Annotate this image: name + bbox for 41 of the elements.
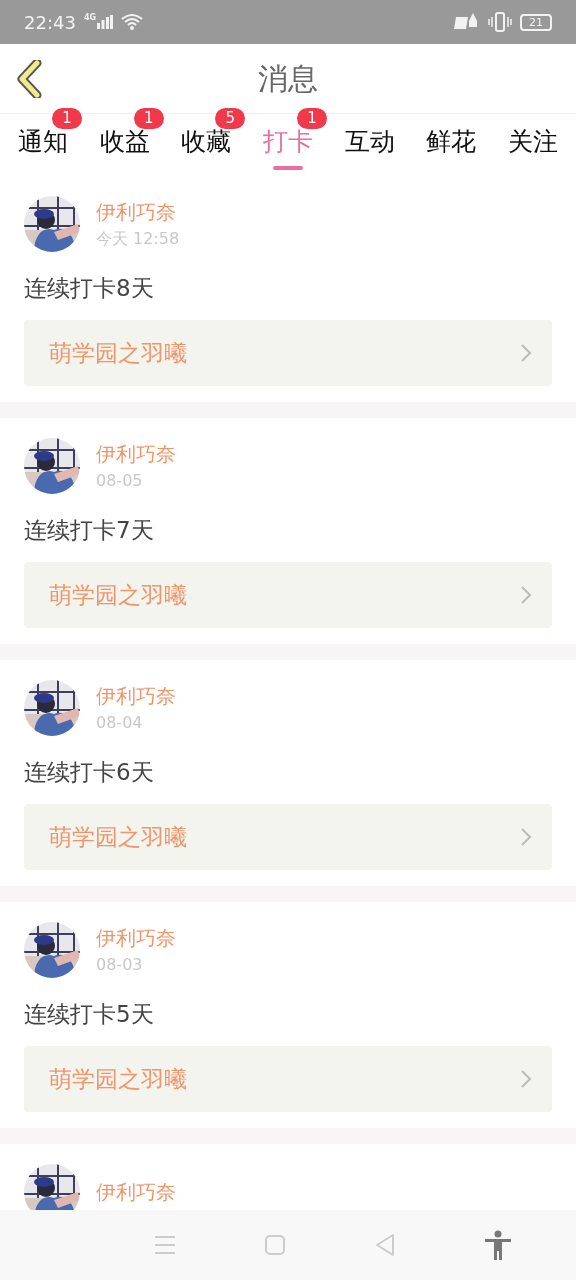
count-badge: 1 bbox=[296, 108, 327, 129]
link-title: 萌学园之羽曦 bbox=[49, 580, 187, 610]
chevron-icon bbox=[520, 827, 532, 847]
tab[interactable]: 关注 bbox=[507, 124, 558, 160]
link-title: 萌学园之羽曦 bbox=[49, 822, 187, 852]
back-icon[interactable] bbox=[17, 59, 43, 98]
signal-icon bbox=[97, 15, 113, 29]
link-card[interactable]: 萌学园之羽曦 bbox=[24, 804, 552, 870]
menu-icon[interactable] bbox=[155, 1236, 175, 1254]
tab-indicator bbox=[272, 166, 303, 170]
message-text: 连续打卡5天 bbox=[24, 1000, 155, 1029]
user-name[interactable]: 伊利巧奈 bbox=[96, 923, 176, 953]
user-name[interactable]: 伊利巧奈 bbox=[96, 1177, 176, 1207]
tab[interactable]: 鲜花 bbox=[426, 124, 477, 160]
link-card[interactable]: 萌学园之羽曦 bbox=[24, 562, 552, 628]
count-badge: 1 bbox=[133, 108, 164, 129]
message-text: 连续打卡6天 bbox=[24, 758, 155, 787]
message-text: 连续打卡7天 bbox=[24, 516, 155, 545]
chevron-icon bbox=[520, 585, 532, 605]
count-badge: 1 bbox=[52, 108, 82, 129]
chevron-icon bbox=[520, 1069, 532, 1089]
link-title: 萌学园之羽曦 bbox=[49, 338, 187, 368]
accessibility-icon[interactable] bbox=[485, 1230, 511, 1260]
message-text: 连续打卡8天 bbox=[24, 274, 155, 303]
page-title: 消息 bbox=[258, 60, 318, 98]
status-time: 22:43 bbox=[24, 10, 76, 35]
link-card[interactable]: 萌学园之羽曦 bbox=[24, 1046, 552, 1112]
back-triangle-icon[interactable] bbox=[375, 1234, 395, 1256]
chevron-icon bbox=[520, 343, 532, 363]
user-name[interactable]: 伊利巧奈 bbox=[96, 197, 180, 227]
link-card[interactable]: 萌学园之羽曦 bbox=[24, 320, 552, 386]
count-badge: 5 bbox=[215, 108, 246, 129]
wifi-icon bbox=[121, 14, 143, 30]
home-icon[interactable] bbox=[265, 1235, 285, 1255]
vibrate-icon bbox=[488, 12, 512, 32]
battery-level: 21 bbox=[529, 16, 543, 28]
network-label: 4G bbox=[83, 12, 96, 24]
link-title: 萌学园之羽曦 bbox=[49, 1064, 187, 1094]
tab[interactable]: 互动 bbox=[344, 124, 395, 160]
user-name[interactable]: 伊利巧奈 bbox=[96, 681, 176, 711]
user-name[interactable]: 伊利巧奈 bbox=[96, 439, 176, 469]
